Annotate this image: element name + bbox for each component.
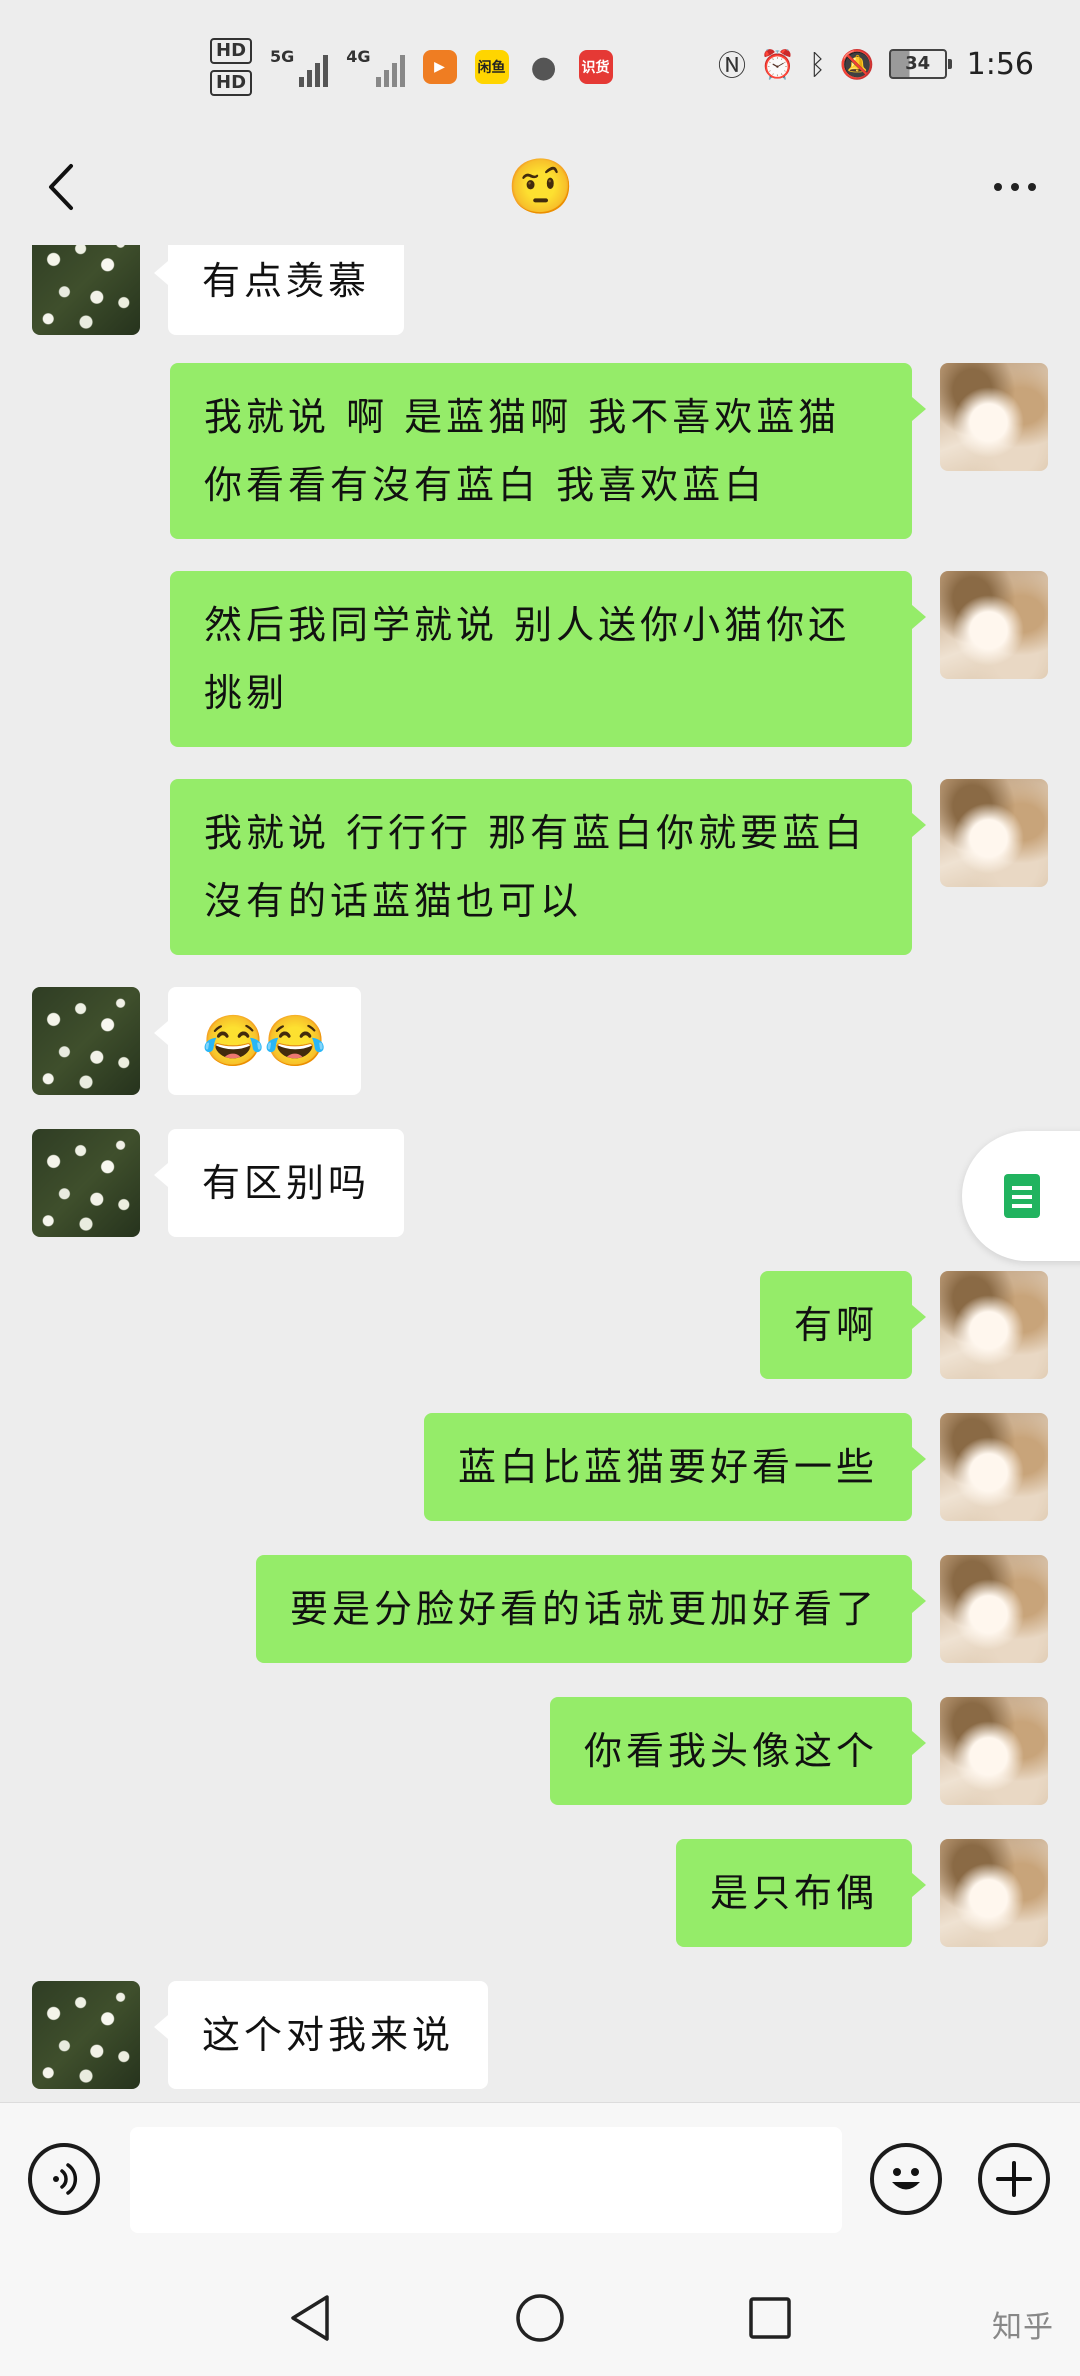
my-avatar[interactable] <box>940 779 1048 887</box>
square-recents-icon <box>749 2297 791 2339</box>
alarm-icon: ⏰ <box>760 47 795 81</box>
status-left: HD HD 5G 4G ▶ 闲鱼 ● 识货 <box>210 38 613 96</box>
system-nav-bar: 知乎 <box>0 2258 1080 2376</box>
clock: 1:56 <box>966 46 1034 82</box>
my-avatar[interactable] <box>940 363 1048 471</box>
chevron-left-icon <box>49 164 73 210</box>
hd-indicators: HD HD <box>210 38 253 96</box>
voice-icon <box>53 2163 78 2195</box>
triangle-back-icon <box>291 2295 329 2341</box>
message-bubble-incoming[interactable]: 这个对我来说 <box>153 1981 489 2089</box>
my-avatar[interactable] <box>940 1555 1048 1663</box>
contact-avatar[interactable] <box>32 1129 140 1237</box>
floating-doc-button[interactable] <box>962 1131 1080 1261</box>
message-bubble-outgoing[interactable]: 要是分脸好看的话就更加好看了 <box>255 1555 927 1663</box>
chat-title-bar: 🤨 <box>0 135 1080 245</box>
circle-home-icon <box>516 2294 564 2342</box>
message-bubble-incoming[interactable]: 有区别吗 <box>153 1129 405 1237</box>
contact-avatar[interactable] <box>32 245 140 335</box>
message-bubble-outgoing[interactable]: 有啊 <box>759 1271 927 1379</box>
mute-bell-icon: 🔕 <box>839 47 875 81</box>
my-avatar[interactable] <box>940 571 1048 679</box>
nav-back-button[interactable] <box>280 2288 340 2348</box>
nfc-icon: Ⓝ <box>718 49 747 82</box>
shihuo-app-icon: 识货 <box>578 50 613 84</box>
my-avatar[interactable] <box>940 1271 1048 1379</box>
back-button[interactable] <box>32 157 92 217</box>
chat-bubble-app-icon: ● <box>530 49 557 85</box>
emoji-button[interactable] <box>870 2143 942 2215</box>
contact-avatar[interactable] <box>32 1981 140 2089</box>
status-right: Ⓝ ⏰ ᛒ 🔕 34 1:56 <box>718 44 1034 84</box>
more-dot-icon <box>994 183 1002 191</box>
xianyu-app-icon: 闲鱼 <box>474 50 509 84</box>
message-bubble-incoming[interactable]: 😂😂 <box>154 987 361 1095</box>
message-bubble-outgoing[interactable]: 是只布偶 <box>675 1839 927 1947</box>
bluetooth-icon: ᛒ <box>808 47 826 81</box>
voice-input-button[interactable] <box>28 2143 100 2215</box>
signal-5g-icon: 5G <box>270 47 329 87</box>
more-dot-icon <box>1028 183 1036 191</box>
message-bubble-outgoing[interactable]: 我就说 行行行 那有蓝白你就要蓝白 沒有的话蓝猫也可以 <box>170 779 926 955</box>
contact-avatar[interactable] <box>32 987 140 1095</box>
message-bubble-outgoing[interactable]: 我就说 啊 是蓝猫啊 我不喜欢蓝猫 你看看有沒有蓝白 我喜欢蓝白 <box>170 363 926 539</box>
message-bubble-outgoing[interactable]: 然后我同学就说 别人送你小猫你还挑剔 <box>170 571 926 747</box>
message-input[interactable] <box>130 2127 842 2233</box>
more-options-button[interactable] <box>980 157 1050 217</box>
zhihu-watermark: 知乎 <box>992 2310 1054 2345</box>
hd-badge-2: HD <box>210 70 253 96</box>
my-avatar[interactable] <box>940 1413 1048 1521</box>
chat-title: 🤨 <box>507 155 575 218</box>
message-bubble-outgoing[interactable]: 你看我头像这个 <box>549 1697 927 1805</box>
chat-message-list[interactable]: 有点羡慕 我就说 啊 是蓝猫啊 我不喜欢蓝猫 你看看有沒有蓝白 我喜欢蓝白 然后… <box>0 245 1080 2102</box>
document-icon <box>1004 1174 1040 1218</box>
play-app-icon: ▶ <box>422 50 457 84</box>
input-bar <box>0 2102 1080 2259</box>
nav-recents-button[interactable] <box>740 2288 800 2348</box>
status-bar: HD HD 5G 4G ▶ 闲鱼 ● 识货 Ⓝ ⏰ ᛒ 🔕 34 1:56 <box>0 0 1080 135</box>
plus-icon <box>996 2161 1032 2197</box>
more-dot-icon <box>1011 183 1019 191</box>
message-bubble-incoming[interactable]: 有点羡慕 <box>153 245 405 335</box>
signal-4g-icon: 4G <box>346 47 405 87</box>
hd-badge-1: HD <box>210 38 253 64</box>
message-bubble-outgoing[interactable]: 蓝白比蓝猫要好看一些 <box>423 1413 927 1521</box>
smiley-icon <box>892 2168 920 2190</box>
my-avatar[interactable] <box>940 1697 1048 1805</box>
nav-home-button[interactable] <box>510 2288 570 2348</box>
battery-icon: 34 <box>888 49 952 79</box>
my-avatar[interactable] <box>940 1839 1048 1947</box>
more-functions-button[interactable] <box>978 2143 1050 2215</box>
